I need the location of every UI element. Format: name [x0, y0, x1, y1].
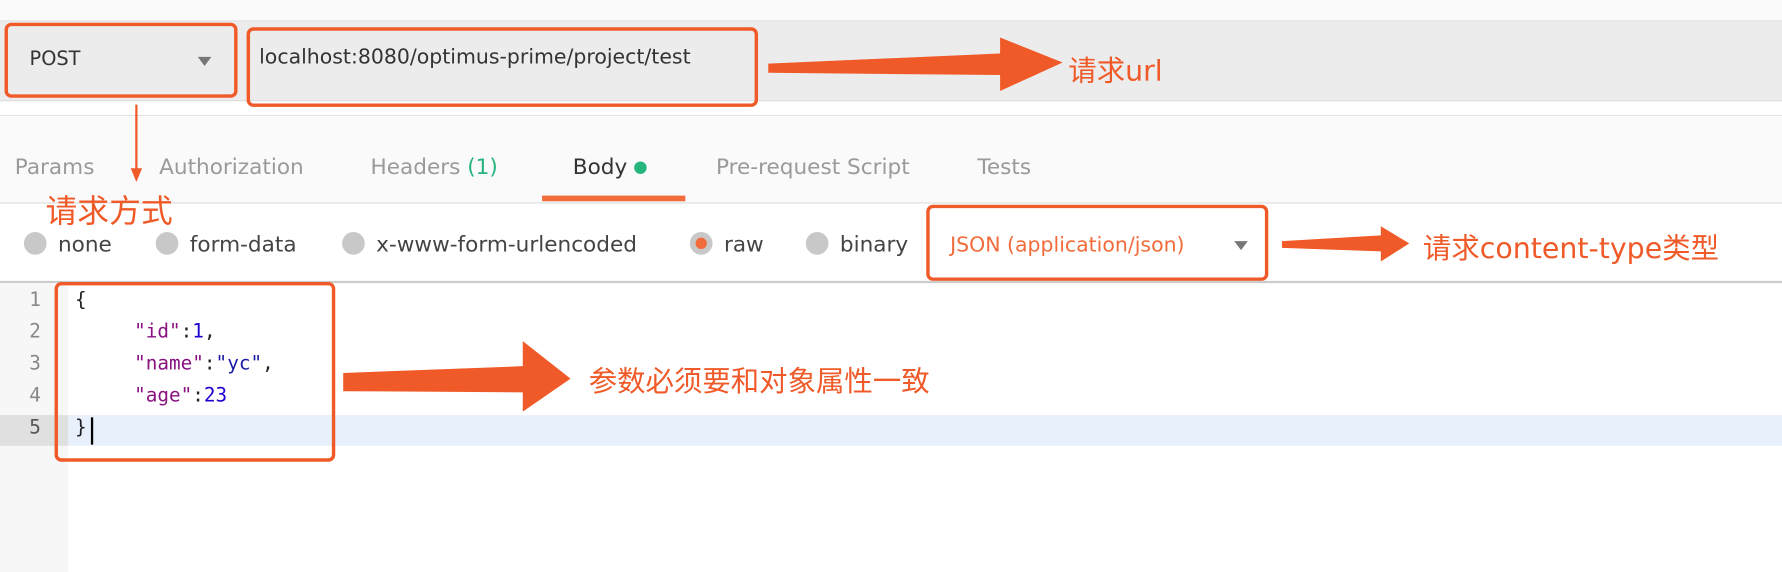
- arrow-method-head: [130, 168, 143, 182]
- annotation-arrows: [130, 37, 1410, 412]
- annotation-params: 参数必须要和对象属性一致: [588, 365, 930, 399]
- annotation-url: 请求url: [1068, 54, 1163, 88]
- arrow-content-type: [1281, 226, 1410, 262]
- arrow-params: [343, 341, 571, 412]
- postman-request-editor: POST localhost:8080/optimus-prime/projec…: [0, 0, 1782, 572]
- arrow-url: [768, 37, 1063, 91]
- annotation-method: 请求方式: [45, 192, 173, 230]
- annotation-content-type: 请求content-type类型: [1422, 231, 1720, 265]
